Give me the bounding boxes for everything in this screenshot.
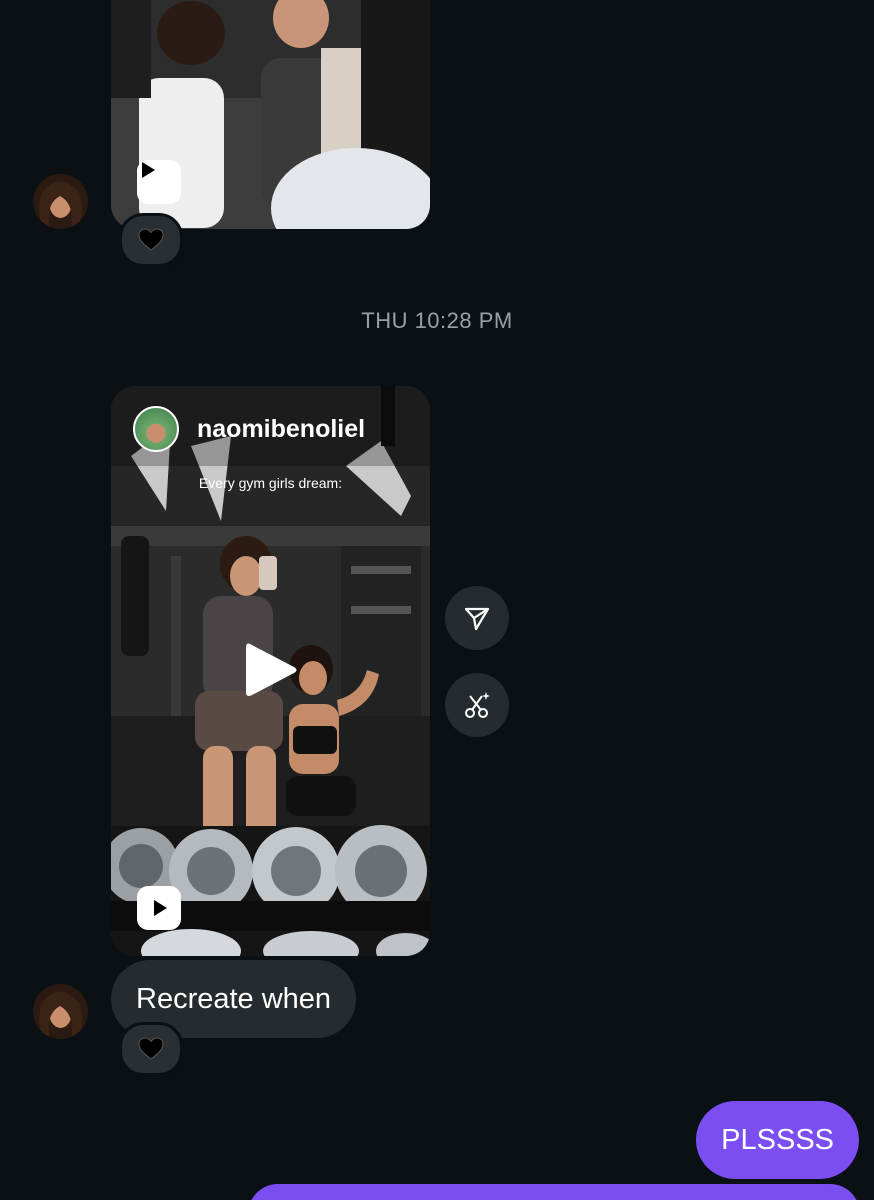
chat-thread: THU 10:28 PM naomibenoliel Every gym gir… <box>0 0 874 1200</box>
outgoing-message-bubble[interactable]: PLSSSS <box>696 1101 859 1179</box>
shared-reel[interactable]: naomibenoliel Every gym girls dream: <box>111 386 430 956</box>
share-button[interactable] <box>445 586 509 650</box>
video-message[interactable] <box>111 0 430 229</box>
avatar[interactable] <box>33 984 88 1039</box>
black-heart-icon[interactable] <box>119 213 183 267</box>
remix-button[interactable] <box>445 673 509 737</box>
play-icon[interactable] <box>244 640 298 700</box>
outgoing-message-bubble[interactable] <box>248 1184 860 1200</box>
reel-author-username[interactable]: naomibenoliel <box>197 415 365 444</box>
message-text: PLSSSS <box>721 1123 834 1156</box>
message-timestamp: THU 10:28 PM <box>361 308 513 333</box>
play-icon <box>137 886 181 930</box>
avatar[interactable] <box>33 174 88 229</box>
reel-header[interactable]: naomibenoliel <box>133 406 365 452</box>
reel-caption: Every gym girls dream: <box>198 475 343 491</box>
black-heart-icon[interactable] <box>119 1022 183 1076</box>
send-icon <box>464 607 490 631</box>
remix-icon <box>465 692 490 718</box>
play-icon <box>137 160 181 204</box>
message-text: Recreate when <box>136 982 332 1015</box>
reel-author-avatar[interactable] <box>133 406 179 452</box>
